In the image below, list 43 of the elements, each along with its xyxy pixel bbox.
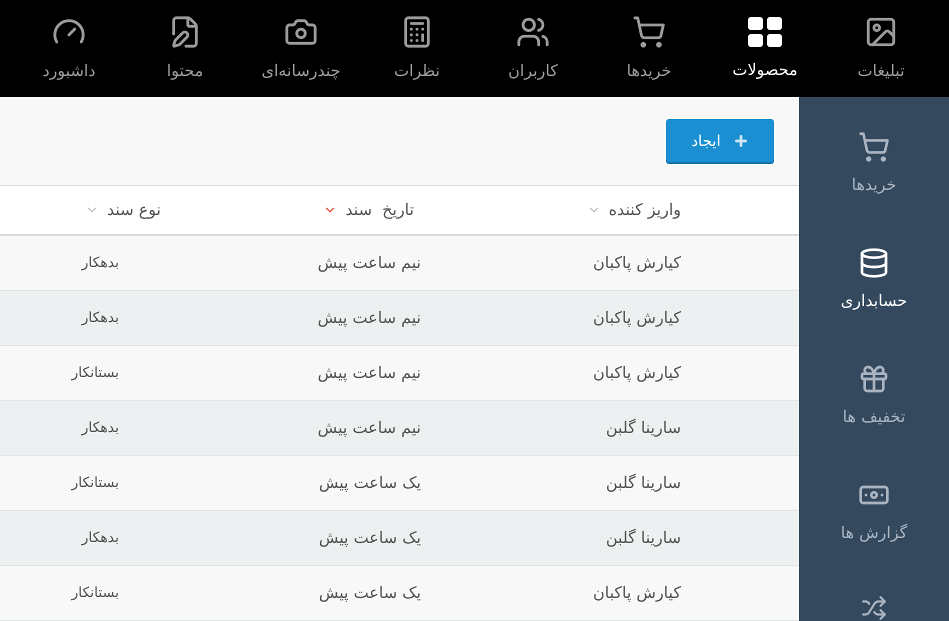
table-cell-text: کیارش پاکبان: [592, 252, 682, 274]
table-cell-text: نیم ساعت پیش: [316, 307, 422, 329]
column-header[interactable]: واریز کننده: [539, 198, 799, 222]
sidebar-item[interactable]: خریدها: [852, 131, 896, 197]
table-cell-text: بدهکار: [80, 254, 120, 272]
sidebar-item[interactable]: گزارش ها: [840, 479, 908, 545]
sidebar-item[interactable]: حسابداری: [840, 247, 908, 313]
table-cell-text: بستانکار: [70, 364, 120, 382]
table-cell-text: بستانکار: [70, 474, 120, 492]
table-cell-text: یک ساعت پیش: [318, 582, 422, 604]
nav-tab[interactable]: خریدها: [591, 0, 707, 97]
table-cell-text: بستانکار: [70, 584, 120, 602]
nav-tab[interactable]: محتوا: [127, 0, 243, 97]
grid-icon: [747, 16, 783, 48]
nav-tab[interactable]: نظرات: [359, 0, 475, 97]
table-cell-text: نیم ساعت پیش: [316, 417, 422, 439]
column-header[interactable]: نوع سند: [0, 198, 279, 222]
table-cell-text: یک ساعت پیش: [318, 472, 422, 494]
table-cell-text: کیارش پاکبان: [592, 307, 682, 329]
nav-tab[interactable]: چندرسانه‌ای: [243, 0, 359, 97]
nav-tab[interactable]: کاربران: [475, 0, 591, 97]
nav-tab[interactable]: محصولات: [707, 0, 823, 97]
table-cell-text: بدهکار: [80, 528, 120, 548]
table-cell-text: بدهکار: [80, 308, 120, 328]
plus-icon: [732, 132, 749, 149]
table-cell-text: بدهکار: [80, 418, 120, 438]
cart-icon: [632, 14, 666, 48]
create-button[interactable]: ایجاد: [666, 119, 774, 162]
table-cell-text: سارینا گلبن: [604, 472, 682, 494]
nav-tab[interactable]: تبلیغات: [823, 0, 939, 97]
database-icon: [858, 247, 890, 279]
table-cell-text: سارینا گلبن: [604, 417, 682, 439]
table-cell-text: کیارش پاکبان: [592, 362, 682, 384]
table-cell-text: کیارش پاکبان: [592, 582, 682, 604]
table-cell-text: نیم ساعت پیش: [316, 362, 422, 384]
cart-icon: [858, 131, 890, 163]
table-cell-text: سارینا گلبن: [604, 527, 682, 549]
table-cell-text: نیم ساعت پیش: [316, 252, 422, 274]
table-cell-text: یک ساعت پیش: [318, 527, 422, 549]
column-header[interactable]: تاریخ سند: [279, 198, 539, 222]
sidebar-item[interactable]: تخفیف ها: [842, 363, 906, 429]
nav-tab[interactable]: داشبورد: [11, 0, 127, 97]
gift-icon: [858, 363, 890, 395]
